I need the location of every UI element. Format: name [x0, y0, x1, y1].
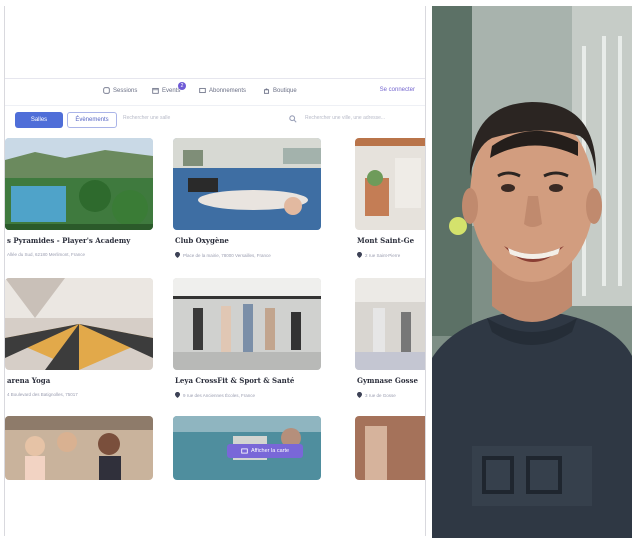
nav-boutique[interactable]: Boutique [263, 87, 297, 94]
app-screenshot-panel: Sessions Events 2 Abonnements Boutique S… [4, 6, 426, 536]
gym-title: Mont Saint-Ge [357, 236, 415, 245]
nav-events-label: Events [162, 87, 181, 94]
gym-address: 2 rue Saint-Pierre [357, 252, 400, 258]
show-map-label: Afficher la carte [250, 448, 290, 454]
filter-bar: Salles Évènements Rechercher une salle R… [5, 112, 425, 130]
nav-events[interactable]: Events 2 [152, 82, 186, 94]
gym-photo [355, 416, 425, 480]
nav-sessions[interactable]: Sessions [103, 87, 137, 94]
gym-photo [355, 278, 425, 370]
search-icon[interactable] [289, 115, 297, 123]
gym-title: s Pyramides - Player's Academy [7, 236, 131, 245]
nav-abonnements-label: Abonnements [209, 87, 247, 94]
gym-photo [5, 138, 153, 230]
events-count-badge: 2 [178, 82, 186, 90]
search-location-input[interactable]: Rechercher une ville, une adresse... [305, 115, 423, 121]
location-pin-icon [357, 392, 362, 398]
gym-address: 3 rue de Gosse [357, 392, 396, 398]
gym-address: 4 Boulevard des Batignolles, 75017 [7, 392, 78, 397]
gym-title: Gymnase Gosse [357, 376, 418, 385]
gym-title: Club Oxygène [175, 236, 229, 245]
tab-evenements[interactable]: Évènements [67, 112, 117, 128]
card-icon [199, 87, 206, 94]
bag-icon [263, 88, 270, 94]
gym-address-text: 9 rue des Anciennes Écoles, France [183, 392, 256, 398]
login-link[interactable]: Se connecter [380, 87, 415, 93]
gym-photo [355, 138, 425, 230]
portrait-photo [432, 6, 632, 538]
gym-title: arena Yoga [7, 376, 51, 385]
gym-address-text: 3 rue de Gosse [365, 392, 396, 398]
gym-address-text: Place de la mairie, 78000 Versailles, Fr… [183, 252, 271, 258]
show-map-button[interactable]: Afficher la carte [227, 444, 303, 458]
tag-icon [103, 87, 110, 94]
gym-photo [173, 278, 321, 370]
nav-sessions-label: Sessions [113, 87, 138, 94]
gym-photo [173, 138, 321, 230]
gym-address: Allée du Sud, 62180 Merlimont, France [7, 252, 85, 257]
location-pin-icon [175, 252, 180, 258]
gym-address-text: 2 rue Saint-Pierre [365, 252, 401, 258]
location-pin-icon [175, 392, 180, 398]
tab-salles[interactable]: Salles [15, 112, 63, 128]
location-pin-icon [357, 252, 362, 258]
gym-address: Place de la mairie, 78000 Versailles, Fr… [175, 252, 271, 258]
nav-abonnements[interactable]: Abonnements [199, 87, 246, 94]
map-icon [241, 448, 248, 454]
gym-address-text: Allée du Sud, 62180 Merlimont, France [7, 252, 86, 257]
gym-photo [5, 416, 153, 480]
top-navigation: Sessions Events 2 Abonnements Boutique S… [5, 78, 425, 106]
gym-photo [5, 278, 153, 370]
search-gym-input[interactable]: Rechercher une salle [123, 115, 273, 121]
gym-address: 9 rue des Anciennes Écoles, France [175, 392, 255, 398]
gym-title: Leya CrossFit & Sport & Santé [175, 376, 295, 385]
gym-address-text: 4 Boulevard des Batignolles, 75017 [7, 392, 78, 397]
nav-boutique-label: Boutique [273, 87, 297, 94]
calendar-icon [152, 87, 159, 94]
